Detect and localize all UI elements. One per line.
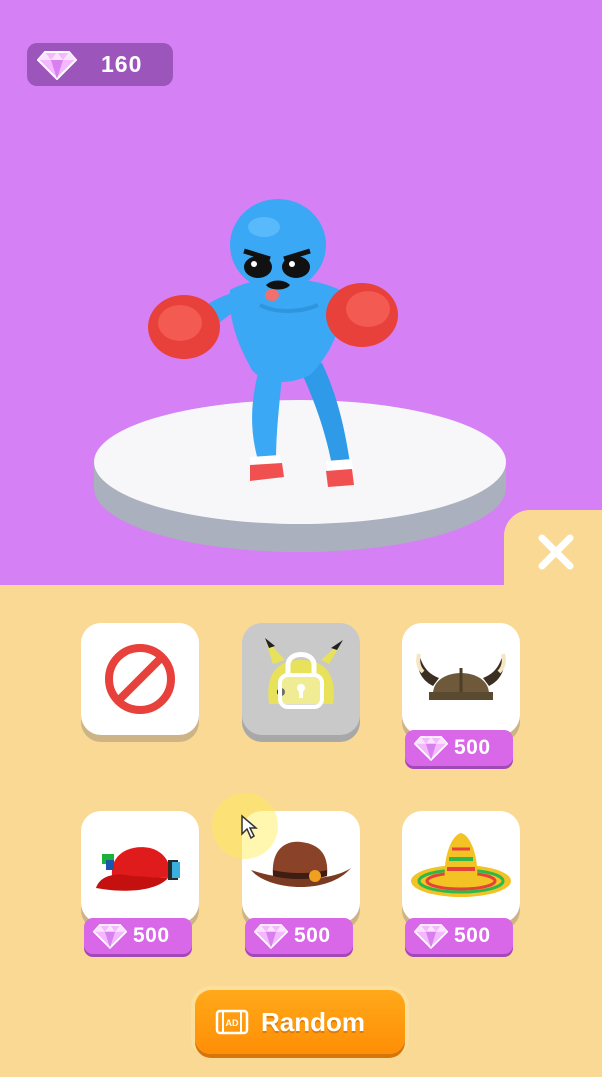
ad-video-icon: AD: [215, 1009, 249, 1035]
price-amount: 500: [454, 736, 491, 759]
diamond-gem-icon: [414, 736, 448, 761]
random-button[interactable]: AD Random: [191, 986, 409, 1058]
diamond-gem-icon: [93, 924, 127, 949]
price-tag[interactable]: 500: [405, 918, 513, 954]
price-amount: 500: [294, 924, 331, 947]
hat-item-none[interactable]: [81, 623, 199, 741]
hat-item-sombrero[interactable]: 500: [402, 811, 520, 954]
random-button-face[interactable]: AD Random: [195, 990, 405, 1054]
pointer-cursor-icon: [241, 814, 258, 840]
lock-icon: [278, 652, 324, 709]
price-amount: 500: [454, 924, 491, 947]
sombrero-icon: [411, 833, 511, 897]
hat-card-locked[interactable]: [242, 623, 360, 735]
svg-text:AD: AD: [226, 1018, 239, 1028]
close-tab[interactable]: [504, 510, 602, 590]
gem-counter: 160: [27, 43, 173, 86]
diamond-gem-icon: [254, 924, 288, 949]
hat-card[interactable]: [81, 811, 199, 923]
price-tag[interactable]: 500: [405, 730, 513, 766]
hat-card[interactable]: [402, 811, 520, 923]
hat-card[interactable]: [81, 623, 199, 735]
price-tag[interactable]: 500: [245, 918, 353, 954]
blue-boxer-character: [148, 199, 398, 487]
hat-item-viking-helmet[interactable]: 500: [402, 623, 520, 766]
price-tag[interactable]: 500: [84, 918, 192, 954]
diamond-gem-icon: [37, 50, 77, 80]
character-stage: 160: [0, 0, 602, 585]
close-x-icon[interactable]: [536, 532, 576, 572]
price-amount: 500: [133, 924, 170, 947]
random-button-label: Random: [261, 1006, 365, 1037]
hat-card[interactable]: [402, 623, 520, 735]
hat-item-pikachu[interactable]: [242, 623, 360, 741]
viking-helmet-icon: [416, 653, 506, 700]
no-hat-icon: [105, 644, 175, 714]
hat-item-red-cap[interactable]: 500: [81, 811, 199, 954]
gem-count: 160: [101, 51, 143, 77]
diamond-gem-icon: [414, 924, 448, 949]
red-cap-icon: [96, 847, 180, 891]
